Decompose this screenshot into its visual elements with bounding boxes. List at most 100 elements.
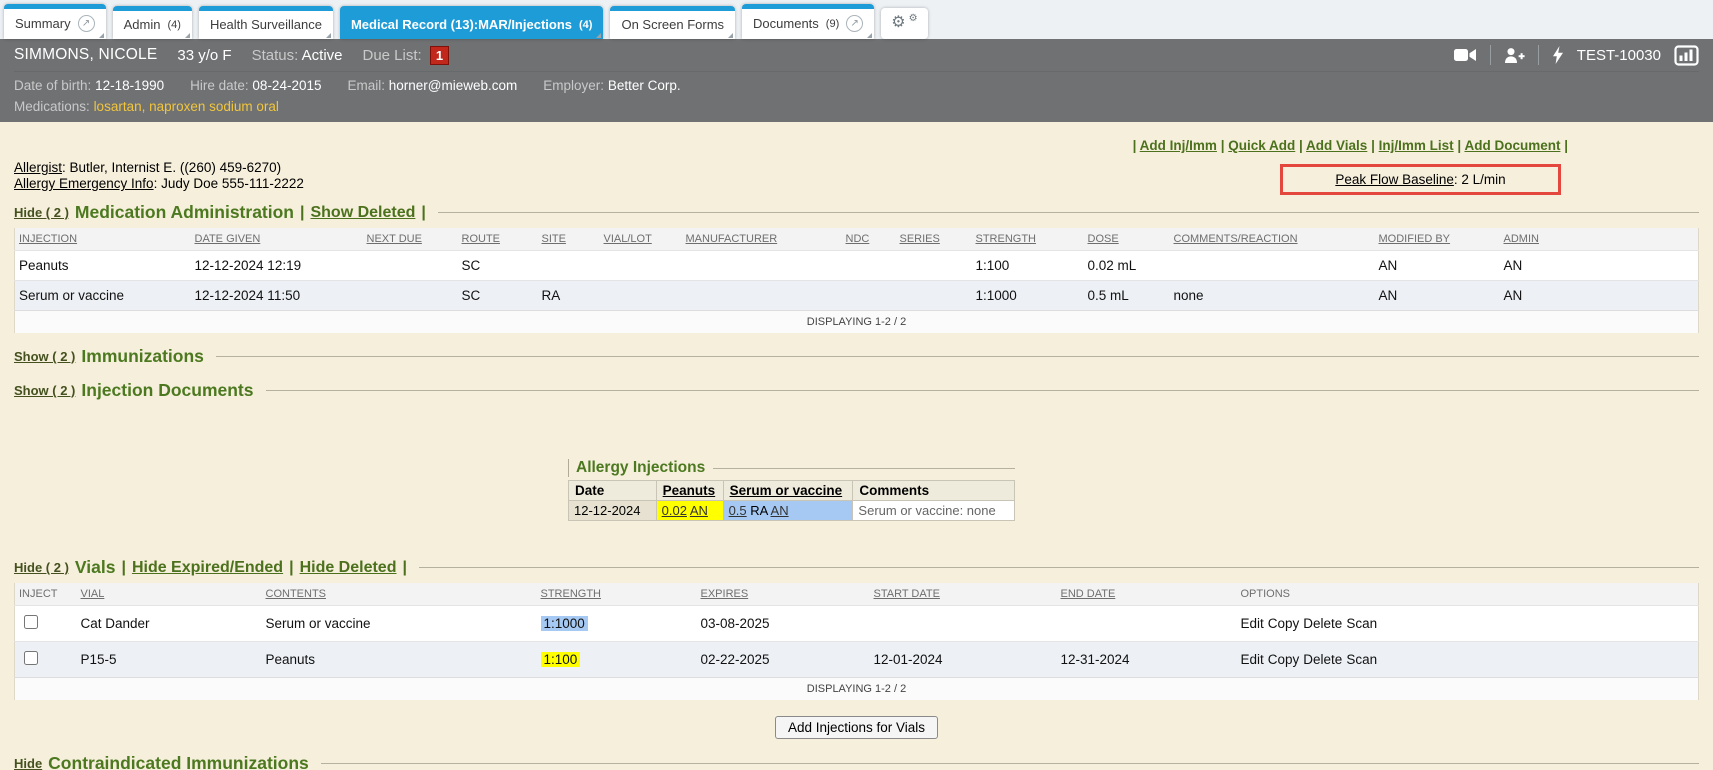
cell xyxy=(842,251,896,281)
settings-tab[interactable]: ⚙ ⚙ xyxy=(881,8,927,39)
section-title: Medication Administration xyxy=(75,202,294,223)
column-header[interactable]: COMMENTS/REACTION xyxy=(1170,228,1375,251)
inj-imm-list-link[interactable]: Inj/Imm List xyxy=(1379,138,1454,153)
column-header[interactable]: MODIFIED BY xyxy=(1375,228,1500,251)
show-toggle[interactable]: Show ( 2 ) xyxy=(14,349,75,364)
column-header-peanuts[interactable]: Peanuts xyxy=(656,481,723,501)
tab-medical-record[interactable]: Medical Record (13):MAR/Injections (4) xyxy=(340,6,604,39)
show-toggle[interactable]: Show ( 2 ) xyxy=(14,383,75,398)
section-medication-administration: Hide ( 2 ) Medication Administration | S… xyxy=(14,202,1699,223)
vial-inject-checkbox[interactable] xyxy=(24,615,38,629)
column-header[interactable]: VIAL/LOT xyxy=(600,228,682,251)
add-person-icon[interactable] xyxy=(1504,47,1525,63)
vial-start-date xyxy=(870,606,1057,642)
initials-link[interactable]: AN xyxy=(771,503,789,518)
column-header[interactable]: SITE xyxy=(538,228,600,251)
hide-toggle[interactable]: Hide ( 2 ) xyxy=(14,560,69,575)
edit-link[interactable]: Edit xyxy=(1241,652,1264,667)
cell xyxy=(363,251,458,281)
cell xyxy=(682,251,842,281)
delete-link[interactable]: Delete xyxy=(1303,616,1342,631)
tab-dropdown-indicator xyxy=(326,33,331,38)
column-header[interactable]: DATE GIVEN xyxy=(191,228,363,251)
vial-expires: 03-08-2025 xyxy=(697,606,870,642)
tab-documents[interactable]: Documents (9) ↗ xyxy=(742,4,874,39)
divider-line xyxy=(438,212,1699,213)
tab-health-surveillance[interactable]: Health Surveillance xyxy=(199,6,333,39)
cell xyxy=(600,251,682,281)
column-header[interactable]: EXPIRES xyxy=(697,583,870,606)
table-header-row: INJECTION DATE GIVEN NEXT DUE ROUTE SITE… xyxy=(15,228,1699,251)
dose-link[interactable]: 0.5 xyxy=(729,503,747,518)
column-header[interactable]: NEXT DUE xyxy=(363,228,458,251)
hide-expired-ended-link[interactable]: Hide Expired/Ended xyxy=(132,559,283,577)
delete-link[interactable]: Delete xyxy=(1303,652,1342,667)
peak-flow-baseline-box: Peak Flow Baseline: 2 L/min xyxy=(1280,164,1561,195)
add-document-link[interactable]: Add Document xyxy=(1464,138,1560,153)
section-vials: Hide ( 2 ) Vials | Hide Expired/Ended | … xyxy=(14,557,1699,578)
medication-link[interactable]: naproxen sodium oral xyxy=(149,99,279,114)
injection-date: 12-12-2024 xyxy=(569,501,657,521)
cell xyxy=(1170,251,1375,281)
column-header-serum[interactable]: Serum or vaccine xyxy=(723,481,853,501)
copy-link[interactable]: Copy xyxy=(1268,616,1300,631)
column-header: Comments xyxy=(853,481,1015,501)
add-inj-imm-link[interactable]: Add Inj/Imm xyxy=(1140,138,1217,153)
copy-link[interactable]: Copy xyxy=(1268,652,1300,667)
bar-chart-icon[interactable] xyxy=(1674,45,1699,66)
allergy-emergency-info-link[interactable]: Allergy Emergency Info xyxy=(14,176,154,191)
cell xyxy=(538,251,600,281)
vial-inject-checkbox[interactable] xyxy=(24,651,38,665)
tab-dropdown-indicator xyxy=(728,33,733,38)
section-contraindicated-immunizations: Hide Contraindicated Immunizations xyxy=(14,753,1699,770)
add-vials-link[interactable]: Add Vials xyxy=(1306,138,1367,153)
column-header[interactable]: STRENGTH xyxy=(537,583,697,606)
table-header-row: INJECT VIAL CONTENTS STRENGTH EXPIRES ST… xyxy=(15,583,1699,606)
quick-add-link[interactable]: Quick Add xyxy=(1228,138,1295,153)
tab-label: Admin xyxy=(124,17,161,32)
scan-link[interactable]: Scan xyxy=(1346,652,1377,667)
video-camera-icon[interactable] xyxy=(1454,48,1477,62)
vial-start-date: 12-01-2024 xyxy=(870,642,1057,678)
column-header[interactable]: DOSE xyxy=(1084,228,1170,251)
add-injections-for-vials-button[interactable]: Add Injections for Vials xyxy=(775,716,938,739)
column-header: OPTIONS xyxy=(1237,583,1699,606)
column-header[interactable]: MANUFACTURER xyxy=(682,228,842,251)
lightning-bolt-icon[interactable] xyxy=(1552,46,1564,64)
medication-link[interactable]: losartan, xyxy=(94,99,146,114)
divider xyxy=(1538,45,1539,65)
column-header[interactable]: ROUTE xyxy=(458,228,538,251)
tab-dropdown-indicator xyxy=(867,33,872,38)
serum-dose-cell: 0.5 RA AN xyxy=(723,501,853,521)
tab-admin[interactable]: Admin (4) xyxy=(113,6,192,39)
edit-link[interactable]: Edit xyxy=(1241,616,1264,631)
column-header[interactable]: ADMIN xyxy=(1500,228,1699,251)
popout-icon[interactable]: ↗ xyxy=(78,15,95,32)
patient-id: TEST-10030 xyxy=(1577,47,1661,64)
show-deleted-link[interactable]: Show Deleted xyxy=(310,204,415,222)
action-links-row: | Add Inj/Imm | Quick Add | Add Vials | … xyxy=(14,138,1699,156)
column-header[interactable]: SERIES xyxy=(896,228,972,251)
column-header[interactable]: CONTENTS xyxy=(262,583,537,606)
column-header[interactable]: START DATE xyxy=(870,583,1057,606)
hide-toggle[interactable]: Hide xyxy=(14,756,42,770)
tab-summary[interactable]: Summary ↗ xyxy=(4,4,106,39)
patient-name: SIMMONS, NICOLE xyxy=(14,46,157,64)
cell: AN xyxy=(1375,251,1500,281)
popout-icon[interactable]: ↗ xyxy=(846,15,863,32)
scan-link[interactable]: Scan xyxy=(1346,616,1377,631)
hide-deleted-link[interactable]: Hide Deleted xyxy=(300,559,397,577)
divider-line xyxy=(713,468,1015,469)
tab-on-screen-forms[interactable]: On Screen Forms xyxy=(610,6,735,39)
column-header[interactable]: VIAL xyxy=(77,583,262,606)
initials-link[interactable]: AN xyxy=(690,503,708,518)
column-header[interactable]: END DATE xyxy=(1057,583,1237,606)
column-header[interactable]: STRENGTH xyxy=(972,228,1084,251)
column-header[interactable]: NDC xyxy=(842,228,896,251)
dose-link[interactable]: 0.02 xyxy=(662,503,687,518)
peak-flow-baseline-link[interactable]: Peak Flow Baseline xyxy=(1335,172,1454,187)
hide-toggle[interactable]: Hide ( 2 ) xyxy=(14,205,69,220)
allergist-link[interactable]: Allergist xyxy=(14,160,62,175)
due-list-badge[interactable]: 1 xyxy=(430,46,449,65)
column-header[interactable]: INJECTION xyxy=(15,228,191,251)
